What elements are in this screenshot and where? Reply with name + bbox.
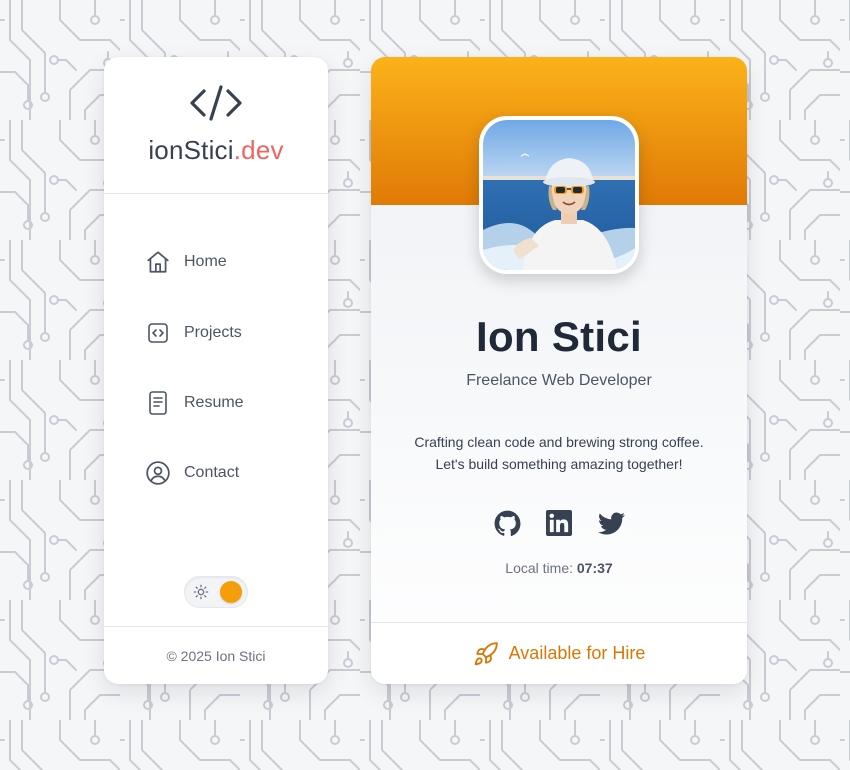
profile-bio-line: Let's build something amazing together!: [435, 456, 683, 472]
code-brackets-icon: [188, 83, 244, 123]
user-circle-icon: [144, 459, 172, 487]
local-time-value: 07:37: [576, 560, 613, 576]
local-time: Local time: 07:37: [371, 560, 747, 576]
hire-label: Available for Hire: [508, 643, 646, 663]
rocket-icon: [473, 641, 499, 667]
sidebar-item-contact[interactable]: Contact: [144, 456, 294, 490]
sidebar-item-projects[interactable]: Projects: [144, 316, 294, 350]
home-icon: [144, 248, 172, 276]
brand-name-main: ionStici: [148, 135, 234, 165]
local-time-label: Local time:: [505, 560, 573, 576]
toggle-knob: [220, 581, 242, 603]
linkedin-icon[interactable]: [545, 509, 573, 537]
avatar: [479, 116, 639, 274]
profile-bio: Crafting clean code and brewing strong c…: [391, 431, 727, 475]
sidebar-item-label: Resume: [184, 394, 244, 411]
sidebar-item-home[interactable]: Home: [144, 245, 294, 279]
sidebar-item-label: Home: [184, 253, 227, 270]
available-for-hire-button[interactable]: Available for Hire: [371, 622, 747, 684]
sidebar-item-label: Projects: [184, 324, 242, 341]
brand-logo[interactable]: ionStici.dev: [104, 57, 328, 194]
profile-card: Ion Stici Freelance Web Developer Crafti…: [371, 57, 747, 684]
sidebar-item-label: Contact: [184, 464, 240, 481]
sun-icon: [192, 583, 210, 601]
social-links: [371, 509, 747, 537]
brand-name: ionStici.dev: [148, 135, 283, 166]
profile-name: Ion Stici: [475, 313, 643, 360]
brand-name-accent: .dev: [233, 135, 284, 165]
code-file-icon: [144, 319, 172, 347]
profile-bio-line: Crafting clean code and brewing strong c…: [414, 434, 704, 450]
github-icon[interactable]: [493, 509, 521, 537]
sidebar-item-resume[interactable]: Resume: [144, 386, 294, 420]
theme-toggle[interactable]: [184, 576, 248, 608]
twitter-icon[interactable]: [597, 509, 625, 537]
sidebar-footer-copyright: © 2025 Ion Stici: [104, 626, 328, 684]
profile-photo: [483, 120, 635, 270]
profile-role: Freelance Web Developer: [466, 372, 652, 389]
sidebar: ionStici.dev Home Projects Resume Contac…: [104, 57, 328, 684]
document-icon: [144, 389, 172, 417]
